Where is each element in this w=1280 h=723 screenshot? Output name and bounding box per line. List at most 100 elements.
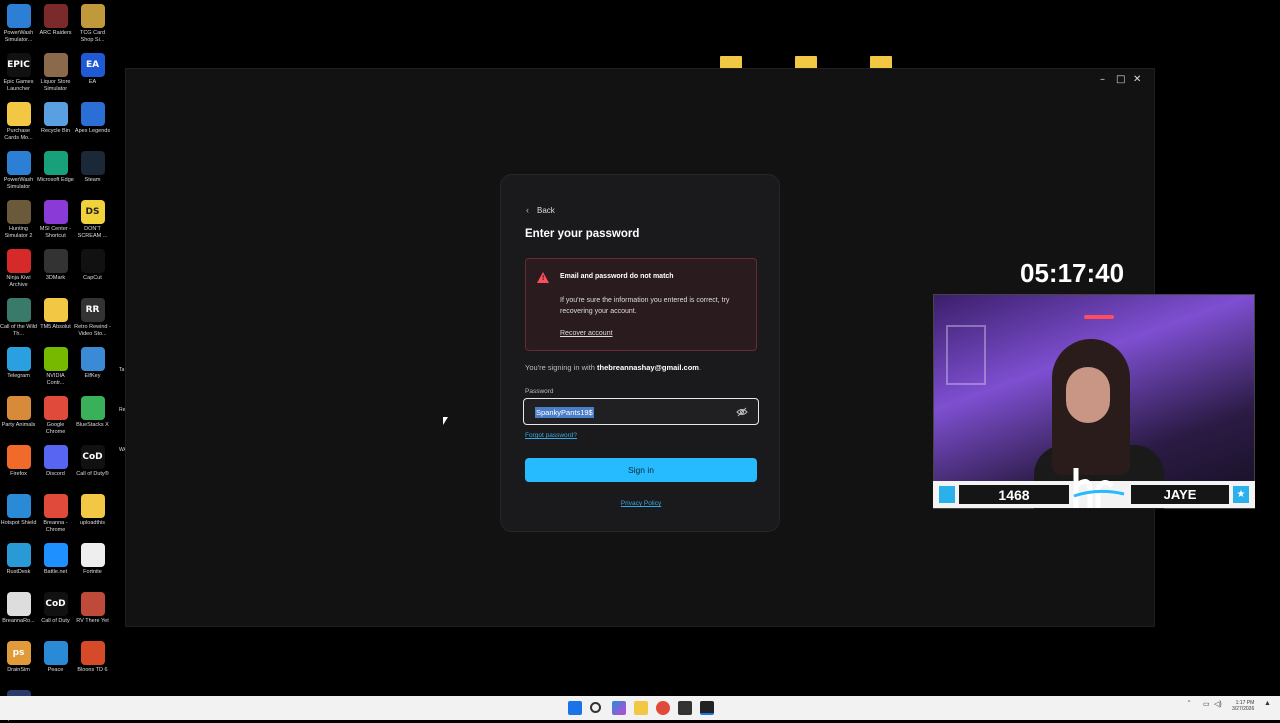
maximize-button[interactable]: □: [1116, 74, 1125, 85]
desktop-shortcut[interactable]: Hotspot Shield: [0, 494, 37, 527]
desktop-shortcut[interactable]: Ninja Kiwi Archive: [0, 249, 37, 289]
desktop-shortcut[interactable]: BlueStacks X: [74, 396, 111, 429]
chevron-left-icon: ‹: [526, 205, 529, 215]
desktop-shortcut[interactable]: EA EA: [74, 53, 111, 86]
desktop-shortcut[interactable]: Liquor Store Simulator: [37, 53, 74, 93]
desktop-shortcut[interactable]: Bloons TD 6: [74, 641, 111, 674]
app-icon: EPIC: [6, 53, 31, 77]
desktop-shortcut[interactable]: Purchase Cards Mo...: [0, 102, 37, 142]
desktop-shortcut[interactable]: PowerWash Simulator: [0, 151, 37, 191]
desktop-shortcut[interactable]: Recycle Bin: [37, 102, 74, 135]
chrome-icon[interactable]: [656, 701, 670, 715]
desktop-shortcut-label: BlueStacks X: [76, 422, 109, 428]
desktop-shortcut[interactable]: Party Animals: [0, 396, 37, 429]
desktop-shortcut-label: Steam: [84, 177, 101, 183]
desktop-shortcut[interactable]: Peace: [37, 641, 74, 674]
desktop-shortcut-label: Battle.net: [43, 569, 68, 575]
desktop-shortcut[interactable]: RR Retro Rewind - Video Sto...: [74, 298, 111, 338]
desktop-shortcut-label: RV There Yet: [76, 618, 109, 624]
desktop-shortcut-label: ElfKey: [84, 373, 101, 379]
app-icon: EA: [80, 53, 105, 77]
desktop-shortcut-label: RustDesk: [6, 569, 31, 575]
signin-card: ‹ Back Enter your password ! Email and p…: [500, 174, 780, 532]
desktop-shortcut-label: MSI Center - Shortcut: [39, 226, 72, 239]
desktop-shortcut[interactable]: Hunting Simulator 2: [0, 200, 37, 240]
desktop-shortcut[interactable]: PowerWash Simulator...: [0, 4, 37, 44]
sign-in-button[interactable]: Sign in: [525, 458, 757, 482]
volume-icon[interactable]: ◁): [1214, 700, 1222, 708]
app-icon: [80, 592, 105, 616]
desktop-shortcut[interactable]: Firefox: [0, 445, 37, 478]
desktop-shortcut[interactable]: EPIC Epic Games Launcher: [0, 53, 37, 93]
desktop-shortcut-label: Telegram: [7, 373, 30, 379]
desktop-shortcut[interactable]: uploadthis: [74, 494, 111, 527]
desktop-shortcut[interactable]: Google Chrome: [37, 396, 74, 436]
app-icon: [80, 249, 105, 273]
desktop-shortcut[interactable]: Steam: [74, 151, 111, 184]
desktop-shortcut[interactable]: DS DON'T SCREAM ...: [74, 200, 111, 240]
desktop-shortcut[interactable]: RustDesk: [0, 543, 37, 576]
desktop-shortcut[interactable]: ps DrainSim: [0, 641, 37, 674]
desktop-shortcut-label: Retro Rewind - Video Sto...: [74, 324, 111, 337]
desktop-shortcut[interactable]: RV There Yet: [74, 592, 111, 625]
clock[interactable]: 1:17 PM 3/27/2026: [1232, 700, 1254, 712]
desktop-shortcut[interactable]: ElfKey: [74, 347, 111, 380]
desktop-shortcut[interactable]: Breanna - Chrome: [37, 494, 74, 534]
desktop-shortcut[interactable]: MSI Center - Shortcut: [37, 200, 74, 240]
epic-games-icon[interactable]: [678, 701, 692, 715]
desktop-shortcut[interactable]: Telegram: [0, 347, 37, 380]
desktop-shortcut[interactable]: BreannaRo...: [0, 592, 37, 625]
mouse-cursor: [443, 417, 448, 425]
signing-in-text: You're signing in with thebreannashay@gm…: [525, 363, 702, 372]
desktop-shortcut[interactable]: CoD Call of Duty®: [74, 445, 111, 478]
search-icon[interactable]: [590, 702, 601, 713]
desktop-shortcut-label: Bloons TD 6: [77, 667, 108, 673]
forgot-password-link[interactable]: Forgot password?: [525, 432, 577, 439]
desktop-shortcut[interactable]: Call of the Wild Th...: [0, 298, 37, 338]
desktop-shortcut[interactable]: CapCut: [74, 249, 111, 282]
password-field[interactable]: SpankyPants19$: [523, 398, 759, 425]
desktop-shortcut-label: NVIDIA Contr...: [46, 373, 65, 386]
app-icon: [80, 543, 105, 567]
eye-off-icon[interactable]: [736, 406, 748, 418]
desktop-shortcut[interactable]: NVIDIA Contr...: [37, 347, 74, 387]
desktop-shortcut[interactable]: Fortnite: [74, 543, 111, 576]
desktop-shortcut-label: BreannaRo...: [2, 618, 35, 624]
back-button[interactable]: ‹ Back: [526, 205, 555, 215]
recover-account-link[interactable]: Recover account: [560, 330, 613, 337]
page-title: Enter your password: [525, 228, 640, 240]
desktop-shortcut[interactable]: Discord: [37, 445, 74, 478]
desktop-shortcut[interactable]: TCG Card Shop Si...: [74, 4, 111, 44]
app-icon: [80, 396, 105, 420]
desktop-shortcut[interactable]: Apex Legends: [74, 102, 111, 135]
desktop-shortcut-label: PowerWash Simulator...: [3, 30, 34, 43]
app-icon: [6, 445, 31, 469]
password-value[interactable]: SpankyPants19$: [535, 407, 594, 418]
desktop-shortcut[interactable]: 3DMark: [37, 249, 74, 282]
copilot-icon[interactable]: [612, 701, 626, 715]
close-button[interactable]: ✕: [1133, 74, 1141, 85]
start-button-icon[interactable]: [568, 701, 582, 715]
desktop-shortcut[interactable]: CoD Call of Duty: [37, 592, 74, 625]
desktop-shortcut-label: Ninja Kiwi Archive: [6, 275, 31, 288]
notification-bell-icon[interactable]: ▲: [1264, 700, 1271, 707]
app-icon: [43, 641, 68, 665]
privacy-policy-link[interactable]: Privacy Policy: [501, 500, 781, 507]
stream-timer: 05:17:40: [1020, 258, 1125, 288]
desktop-shortcut[interactable]: ARC Raiders: [37, 4, 74, 37]
app-icon: [43, 347, 68, 371]
app-icon: [80, 4, 105, 28]
desktop-shortcut-label: 3DMark: [45, 275, 66, 281]
file-explorer-icon[interactable]: [634, 701, 648, 715]
tray-chevron-icon[interactable]: ^: [1188, 700, 1190, 706]
grid-icon: [939, 486, 955, 503]
desktop-shortcut[interactable]: TM5 Absolut: [37, 298, 74, 331]
desktop-shortcut-label: Recycle Bin: [40, 128, 71, 134]
desktop-shortcut[interactable]: Battle.net: [37, 543, 74, 576]
desktop-shortcut-label: EA: [88, 79, 97, 85]
epic-launcher-active-icon[interactable]: [700, 701, 714, 715]
app-icon: [43, 53, 68, 77]
network-icon[interactable]: ▭: [1203, 700, 1210, 708]
desktop-shortcut[interactable]: Microsoft Edge: [37, 151, 74, 184]
minimize-button[interactable]: –: [1100, 74, 1105, 85]
